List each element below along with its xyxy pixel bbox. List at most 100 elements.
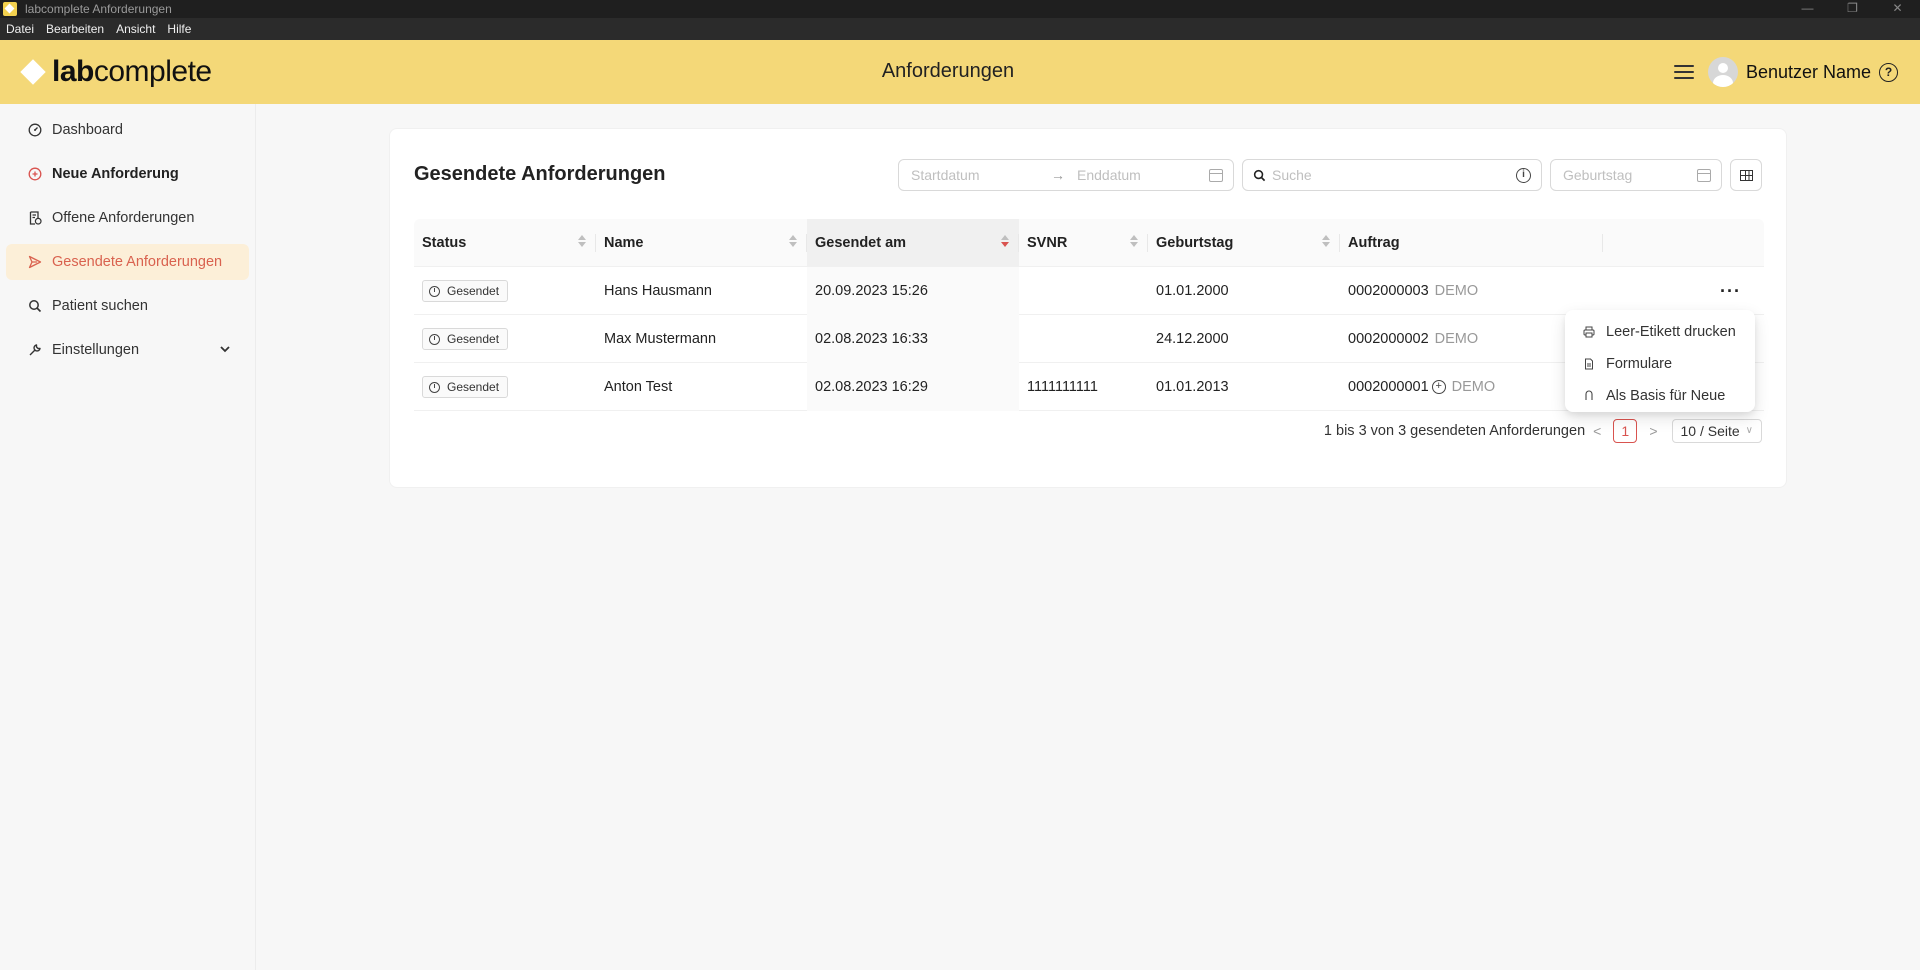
file-icon bbox=[1585, 358, 1593, 370]
column-header-name[interactable]: Name bbox=[596, 219, 807, 267]
start-date-input[interactable]: Startdatum bbox=[911, 167, 1051, 183]
date-range-picker[interactable]: Startdatum → Enddatum bbox=[898, 159, 1234, 191]
menu-item-print-label[interactable]: Leer-Etikett drucken bbox=[1565, 316, 1755, 348]
chevron-down-icon: ∨ bbox=[1745, 425, 1753, 436]
info-icon[interactable]: i bbox=[1516, 168, 1531, 183]
menu-bearbeiten[interactable]: Bearbeiten bbox=[46, 22, 104, 36]
column-header-sent-at[interactable]: Gesendet am bbox=[807, 219, 1019, 267]
page-size-select[interactable]: 10 / Seite ∨ bbox=[1671, 419, 1762, 443]
clock-icon bbox=[429, 285, 440, 297]
status-cell: Gesendet bbox=[414, 267, 596, 315]
more-actions-button[interactable]: ··· bbox=[1720, 282, 1740, 300]
sidebar-item-new-request[interactable]: Neue Anforderung bbox=[6, 156, 249, 192]
page-1-button[interactable]: 1 bbox=[1613, 419, 1638, 443]
status-text: Gesendet bbox=[447, 380, 500, 394]
table-row[interactable]: Gesendet Anton Test 02.08.2023 16:29 111… bbox=[414, 363, 1764, 411]
minimize-button[interactable]: — bbox=[1785, 0, 1830, 18]
birthday-cell: 01.01.2000 bbox=[1156, 283, 1229, 299]
sidebar-item-patient-search[interactable]: Patient suchen bbox=[6, 288, 249, 324]
pagination-summary: 1 bis 3 von 3 gesendeten Anforderungen bbox=[1323, 423, 1586, 439]
status-cell: Gesendet bbox=[414, 363, 596, 411]
birthday-cell: 24.12.2000 bbox=[1156, 331, 1229, 347]
column-settings-button[interactable] bbox=[1730, 159, 1762, 191]
column-label: Status bbox=[422, 235, 467, 251]
clock-icon bbox=[429, 381, 440, 393]
app-header: lab complete Anforderungen Benutzer Name… bbox=[0, 40, 1920, 104]
sidebar-item-open-requests[interactable]: Offene Anforderungen bbox=[6, 200, 249, 236]
menu-item-forms[interactable]: Formulare bbox=[1565, 348, 1755, 380]
order-cell: 0002000001 + DEMO bbox=[1340, 363, 1603, 411]
search-input[interactable]: Suche i bbox=[1242, 159, 1542, 191]
send-icon bbox=[28, 255, 42, 269]
page-size-value: 10 / Seite bbox=[1680, 423, 1740, 439]
sidebar-item-dashboard[interactable]: Dashboard bbox=[6, 112, 249, 148]
column-header-status[interactable]: Status bbox=[414, 219, 596, 267]
page-title: Anforderungen bbox=[881, 60, 1015, 82]
sidebar: Dashboard Neue Anforderung Offene Anford… bbox=[0, 104, 256, 970]
menu-item-use-as-base[interactable]: Als Basis für Neue bbox=[1565, 380, 1755, 412]
card-title: Gesendete Anforderungen bbox=[414, 163, 666, 185]
column-label: Geburtstag bbox=[1156, 235, 1234, 251]
table-row[interactable]: Gesendet Hans Hausmann 20.09.2023 15:26 … bbox=[414, 267, 1764, 315]
sent-requests-card: Gesendete Anforderungen Startdatum → End… bbox=[389, 128, 1787, 488]
end-date-input[interactable]: Enddatum bbox=[1077, 167, 1197, 183]
sidebar-item-sent-requests[interactable]: Gesendete Anforderungen bbox=[6, 244, 249, 280]
menu-ansicht[interactable]: Ansicht bbox=[116, 22, 155, 36]
status-badge: Gesendet bbox=[422, 328, 509, 350]
order-cell: 0002000002 DEMO bbox=[1340, 315, 1603, 363]
sent-at-cell: 02.08.2023 16:33 bbox=[807, 315, 1019, 363]
document-clock-icon bbox=[29, 211, 42, 225]
prev-page-button[interactable]: < bbox=[1593, 423, 1601, 439]
hamburger-menu-icon[interactable] bbox=[1673, 64, 1694, 80]
sent-at-cell: 20.09.2023 15:26 bbox=[807, 267, 1019, 315]
maximize-button[interactable]: ❐ bbox=[1830, 0, 1875, 18]
sort-icon[interactable] bbox=[1322, 235, 1330, 251]
app-icon bbox=[3, 2, 17, 16]
sort-desc-icon[interactable] bbox=[1001, 235, 1009, 251]
status-badge: Gesendet bbox=[422, 280, 509, 302]
sent-at-cell: 02.08.2023 16:29 bbox=[807, 363, 1019, 411]
column-header-order[interactable]: Auftrag bbox=[1340, 219, 1603, 267]
column-header-svnr[interactable]: SVNR bbox=[1019, 219, 1148, 267]
close-button[interactable]: ✕ bbox=[1875, 0, 1920, 18]
column-header-actions bbox=[1603, 219, 1764, 267]
sort-icon[interactable] bbox=[578, 235, 586, 251]
actions-cell: ··· bbox=[1603, 267, 1764, 315]
window-title: labcomplete Anforderungen bbox=[25, 2, 172, 16]
status-text: Gesendet bbox=[447, 332, 500, 346]
menu-item-label: Leer-Etikett drucken bbox=[1606, 324, 1736, 340]
search-icon bbox=[29, 300, 42, 313]
demo-tag: DEMO bbox=[1434, 283, 1479, 299]
sidebar-item-settings[interactable]: Einstellungen bbox=[6, 332, 249, 368]
column-label: Gesendet am bbox=[815, 235, 907, 251]
birthday-date-picker[interactable]: Geburtstag bbox=[1550, 159, 1722, 191]
menu-item-label: Als Basis für Neue bbox=[1606, 388, 1726, 404]
status-badge: Gesendet bbox=[422, 376, 509, 398]
table-icon bbox=[1740, 170, 1753, 181]
menu-item-label: Formulare bbox=[1606, 356, 1673, 372]
table-row[interactable]: Gesendet Max Mustermann 02.08.2023 16:33… bbox=[414, 315, 1764, 363]
help-icon[interactable]: ? bbox=[1879, 62, 1898, 82]
sort-icon[interactable] bbox=[789, 235, 797, 251]
avatar[interactable] bbox=[1707, 57, 1738, 87]
menu-hilfe[interactable]: Hilfe bbox=[167, 22, 191, 36]
user-name[interactable]: Benutzer Name bbox=[1746, 62, 1871, 83]
menu-datei[interactable]: Datei bbox=[6, 22, 34, 36]
status-text: Gesendet bbox=[447, 284, 500, 298]
svnr-cell bbox=[1019, 315, 1148, 363]
column-header-birthday[interactable]: Geburtstag bbox=[1148, 219, 1340, 267]
name-cell: Max Mustermann bbox=[604, 331, 717, 347]
plus-circle-icon[interactable]: + bbox=[1431, 380, 1446, 394]
demo-tag: DEMO bbox=[1451, 379, 1496, 395]
search-placeholder: Suche bbox=[1272, 167, 1312, 183]
demo-tag: DEMO bbox=[1434, 331, 1479, 347]
svnr-cell: 1111111111 bbox=[1027, 379, 1098, 395]
status-cell: Gesendet bbox=[414, 315, 596, 363]
next-page-button[interactable]: > bbox=[1649, 423, 1657, 439]
column-label: Auftrag bbox=[1348, 235, 1400, 251]
table-header: Status Name Gesendet am SVNR Geburtstag … bbox=[414, 219, 1764, 267]
chevron-down-icon[interactable] bbox=[219, 343, 231, 355]
copy-icon bbox=[1585, 390, 1593, 400]
sort-icon[interactable] bbox=[1130, 235, 1138, 251]
sidebar-item-label: Gesendete Anforderungen bbox=[52, 254, 223, 270]
